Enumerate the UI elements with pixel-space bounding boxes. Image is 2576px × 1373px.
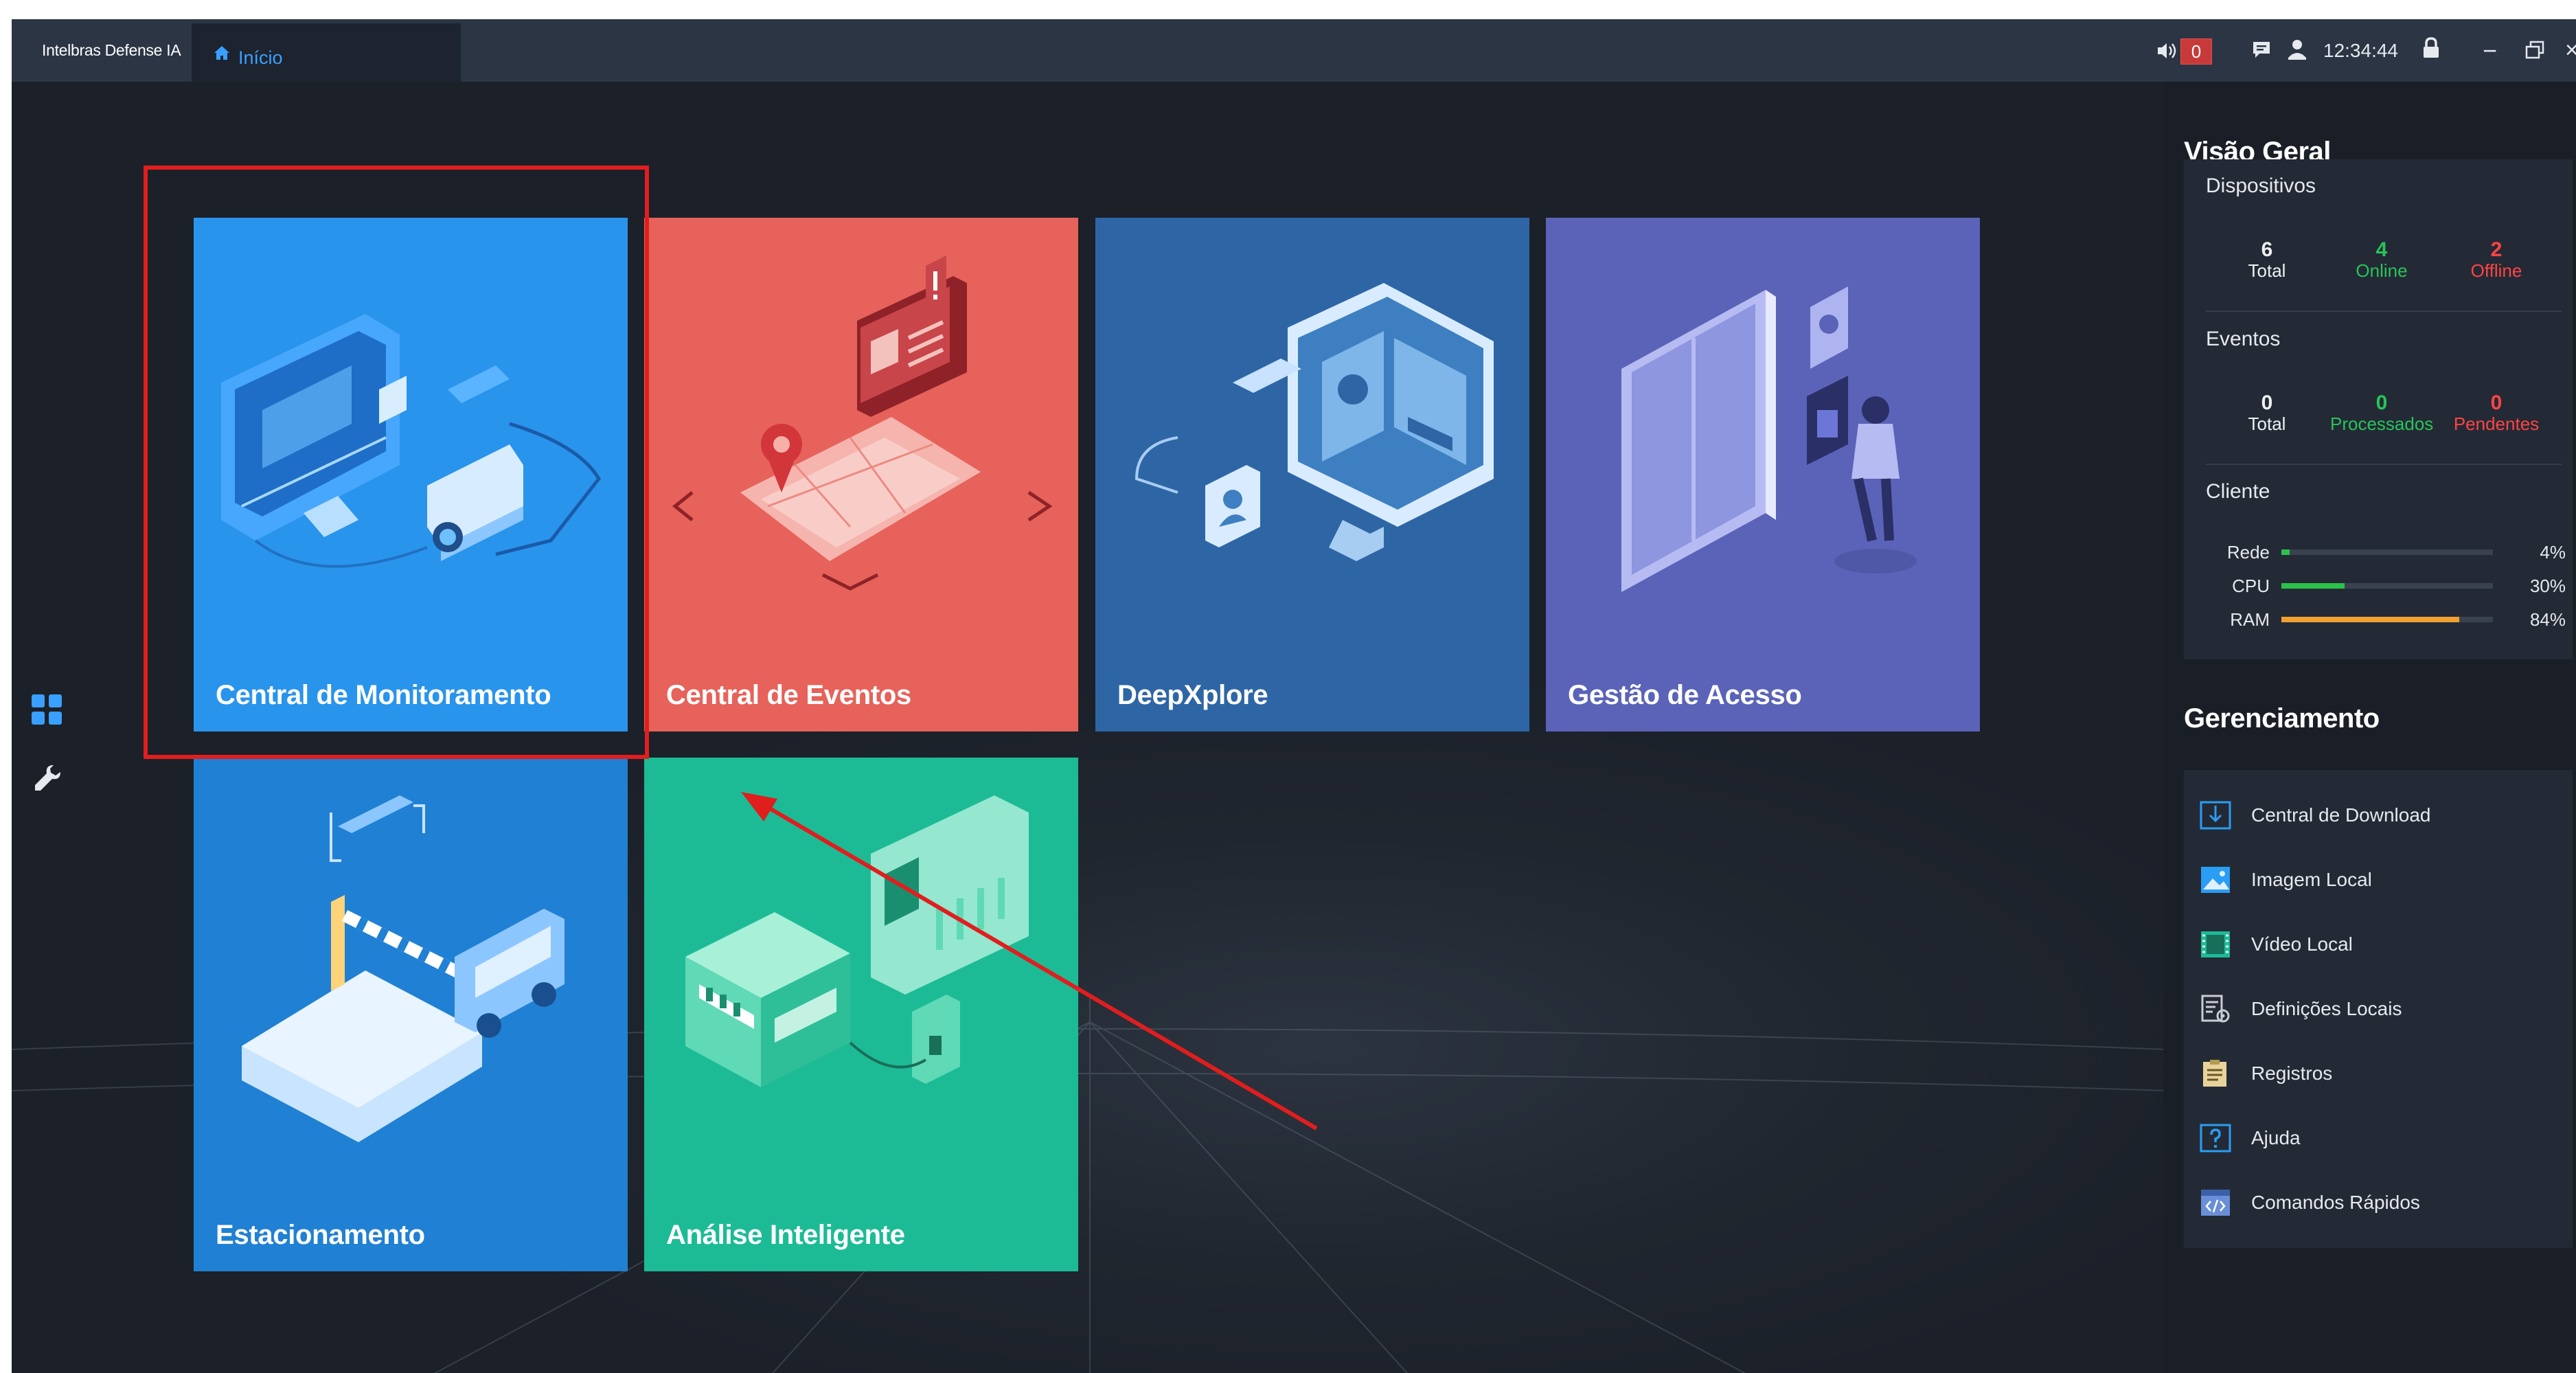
dashboard-icon[interactable]: [30, 693, 63, 726]
network-usage-fill: [2281, 549, 2290, 555]
right-panel: Visão Geral Dispositivos 6 Total 4 Onlin…: [2163, 82, 2576, 1373]
menu-item-central-de-download[interactable]: Central de Download: [2184, 786, 2573, 841]
events-heading: Eventos: [2206, 328, 2281, 350]
menu-item-label: Registros: [2251, 1063, 2333, 1084]
tile-title: Estacionamento: [216, 1220, 425, 1250]
volume-icon[interactable]: [2156, 40, 2178, 62]
tile-title: Gestão de Acesso: [1568, 680, 1802, 710]
menu-item-label: Vídeo Local: [2251, 933, 2353, 955]
tile-central-de-monitoramento[interactable]: Central de Monitoramento: [194, 218, 628, 731]
tile-central-de-eventos[interactable]: Central de Eventos: [644, 218, 1078, 731]
menu-item-comandos-rapidos[interactable]: Comandos Rápidos: [2184, 1174, 2573, 1229]
film-icon: [2201, 931, 2230, 957]
restore-icon[interactable]: [2524, 40, 2545, 60]
tile-title: Análise Inteligente: [666, 1220, 905, 1250]
ram-usage-fill: [2281, 617, 2459, 622]
events-total[interactable]: 0 Total: [2215, 392, 2318, 435]
devices-heading: Dispositivos: [2206, 174, 2316, 197]
menu-item-label: Imagem Local: [2251, 869, 2372, 890]
image-icon: [2201, 867, 2230, 893]
management-card: Central de Download Imagem Local Vídeo L…: [2184, 770, 2573, 1248]
title-bar: Intelbras Defense IA Início 0 12:34:44 −…: [12, 19, 2576, 82]
metric-value-ram: 84%: [2529, 609, 2566, 630]
tile-gestao-de-acesso[interactable]: Gestão de Acesso: [1546, 218, 1980, 731]
metric-value-network: 4%: [2540, 542, 2566, 563]
clock: 12:34:44: [2323, 40, 2398, 61]
smart-analysis-illustration: [685, 795, 1029, 1087]
download-icon: [2200, 801, 2231, 830]
overview-card: Dispositivos 6 Total 4 Online 2 Offline …: [2184, 159, 2573, 659]
metric-label-network: Rede: [2226, 542, 2270, 563]
metric-value-cpu: 30%: [2529, 576, 2566, 596]
menu-item-label: Central de Download: [2251, 804, 2431, 826]
cpu-usage-fill: [2281, 583, 2345, 589]
tile-estacionamento[interactable]: Estacionamento: [194, 758, 628, 1271]
close-button[interactable]: ×: [2565, 19, 2576, 82]
help-icon: [2200, 1124, 2231, 1153]
tile-deepxplore[interactable]: DeepXplore: [1095, 218, 1529, 731]
cpu-usage-bar: [2281, 583, 2493, 589]
metric-label-ram: RAM: [2230, 609, 2270, 630]
app-window: Intelbras Defense IA Início 0 12:34:44 −…: [12, 19, 2576, 1373]
tab-home[interactable]: Início: [192, 23, 461, 82]
log-icon: [2203, 1060, 2226, 1087]
parking-illustration: [242, 795, 565, 1142]
app-brand: Intelbras Defense IA: [42, 41, 181, 59]
devices-total[interactable]: 6 Total: [2215, 238, 2318, 282]
ram-usage-bar: [2281, 617, 2493, 622]
devices-online[interactable]: 4 Online: [2330, 238, 2433, 282]
lock-icon[interactable]: [2422, 37, 2440, 59]
tile-title: Central de Monitoramento: [216, 680, 551, 710]
divider: [2206, 464, 2562, 465]
menu-item-label: Definições Locais: [2251, 998, 2402, 1019]
menu-item-ajuda[interactable]: Ajuda: [2184, 1109, 2573, 1164]
tile-title: Central de Eventos: [666, 680, 911, 710]
code-icon: [2201, 1190, 2230, 1216]
divider: [2206, 310, 2562, 312]
alarm-count-badge[interactable]: 0: [2180, 38, 2212, 65]
client-heading: Cliente: [2206, 480, 2270, 503]
user-icon[interactable]: [2287, 38, 2307, 60]
events-illustration: [672, 256, 1053, 591]
tab-home-label: Início: [238, 47, 283, 68]
monitoring-illustration: [221, 314, 602, 568]
minimize-button[interactable]: −: [2483, 19, 2497, 82]
network-usage-bar: [2281, 549, 2493, 555]
home-icon: [214, 46, 229, 60]
deepxplore-illustration: [1135, 283, 1494, 561]
menu-item-registros[interactable]: Registros: [2184, 1045, 2573, 1100]
menu-item-label: Comandos Rápidos: [2251, 1192, 2420, 1213]
tile-title: DeepXplore: [1117, 680, 1268, 710]
access-control-illustration: [1621, 286, 1917, 592]
events-processed[interactable]: 0 Processados: [2330, 392, 2433, 435]
menu-item-video-local[interactable]: Vídeo Local: [2184, 916, 2573, 971]
menu-item-imagem-local[interactable]: Imagem Local: [2184, 851, 2573, 906]
devices-offline[interactable]: 2 Offline: [2445, 238, 2548, 282]
settings-doc-icon: [2201, 995, 2230, 1023]
message-icon[interactable]: [2251, 40, 2272, 60]
metric-label-cpu: CPU: [2232, 576, 2270, 596]
wrench-icon[interactable]: [33, 763, 63, 793]
menu-item-label: Ajuda: [2251, 1127, 2301, 1148]
events-pending[interactable]: 0 Pendentes: [2445, 392, 2548, 435]
menu-item-definicoes-locais[interactable]: Definições Locais: [2184, 980, 2573, 1035]
management-title: Gerenciamento: [2184, 703, 2380, 734]
tile-analise-inteligente[interactable]: Análise Inteligente: [644, 758, 1078, 1271]
